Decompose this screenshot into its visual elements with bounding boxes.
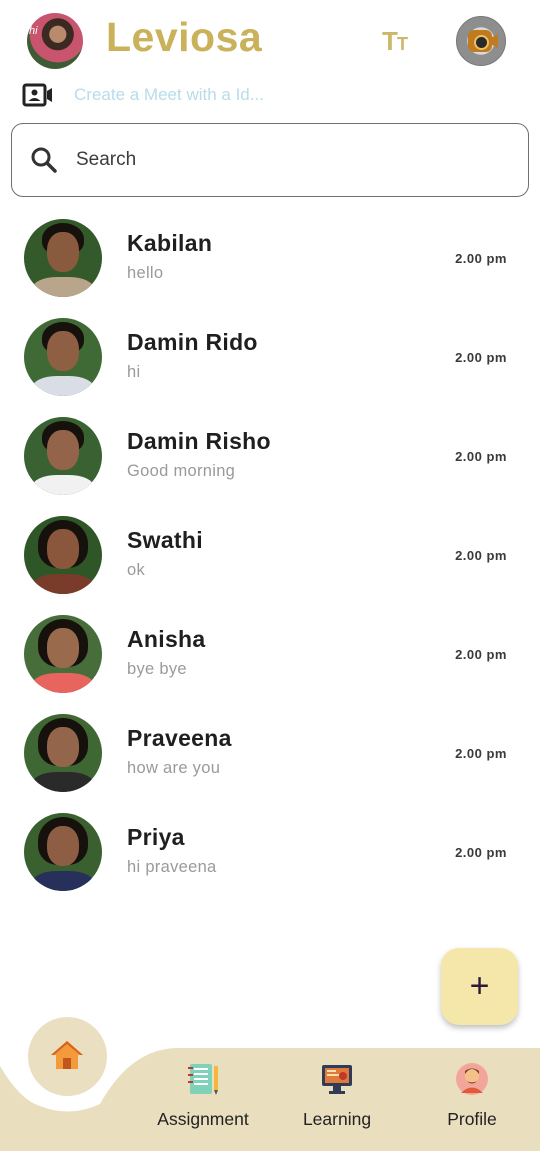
bottom-navigation: Assignment Learning Profile [0, 1010, 540, 1151]
app-header: hi Leviosa TT [0, 0, 540, 80]
chat-time: 2.00 pm [455, 746, 507, 761]
app-title: Leviosa [106, 14, 263, 60]
avatar-tag: hi [29, 25, 38, 37]
chat-last-message: ok [127, 561, 146, 579]
chat-name: Swathi [127, 527, 203, 553]
avatar [24, 714, 102, 792]
nav-profile-label: Profile [447, 1109, 497, 1129]
search-bar[interactable] [11, 123, 529, 197]
avatar [24, 516, 102, 594]
video-call-icon[interactable] [22, 82, 54, 108]
chat-item-swathi[interactable]: Swathi ok 2.00 pm [0, 505, 540, 604]
notebook-icon [188, 1064, 218, 1095]
avatar [24, 417, 102, 495]
chat-item-kabilan[interactable]: Kabilan hello 2.00 pm [0, 208, 540, 307]
nav-home-button[interactable] [28, 1017, 107, 1096]
avatar [24, 615, 102, 693]
chat-name: Praveena [127, 725, 232, 751]
chat-time: 2.00 pm [455, 647, 507, 662]
chat-time: 2.00 pm [455, 251, 507, 266]
chat-time: 2.00 pm [455, 548, 507, 563]
text-size-icon[interactable]: TT [382, 26, 412, 56]
nav-assignment[interactable]: Assignment [143, 1062, 263, 1142]
chat-item-praveena[interactable]: Praveena how are you 2.00 pm [0, 703, 540, 802]
chat-name: Priya [127, 824, 185, 850]
chat-list: Kabilan hello 2.00 pm Damin Rido hi 2.00… [0, 208, 540, 901]
chat-item-damin-rido[interactable]: Damin Rido hi 2.00 pm [0, 307, 540, 406]
nav-assignment-label: Assignment [157, 1109, 249, 1129]
nav-learning[interactable]: Learning [277, 1062, 397, 1142]
chat-name: Damin Risho [127, 428, 271, 454]
meet-id-input[interactable] [74, 80, 494, 110]
chat-item-damin-risho[interactable]: Damin Risho Good morning 2.00 pm [0, 406, 540, 505]
chat-item-priya[interactable]: Priya hi praveena 2.00 pm [0, 802, 540, 901]
chat-item-anisha[interactable]: Anisha bye bye 2.00 pm [0, 604, 540, 703]
search-input[interactable] [76, 144, 496, 176]
avatar [24, 318, 102, 396]
create-meet-row [22, 80, 522, 112]
chat-last-message: hi praveena [127, 858, 217, 876]
chat-name: Anisha [127, 626, 206, 652]
nav-learning-label: Learning [302, 1109, 372, 1129]
chat-last-message: hi [127, 363, 141, 381]
nav-profile[interactable]: Profile [412, 1062, 532, 1142]
search-icon [31, 147, 57, 173]
chat-name: Kabilan [127, 230, 213, 256]
chat-last-message: hello [127, 264, 164, 282]
avatar [24, 219, 102, 297]
avatar [24, 813, 102, 891]
webcam-icon[interactable] [456, 16, 506, 66]
chat-time: 2.00 pm [455, 449, 507, 464]
person-icon [456, 1063, 488, 1095]
chat-time: 2.00 pm [455, 845, 507, 860]
chat-last-message: bye bye [127, 660, 187, 678]
user-avatar[interactable]: hi [27, 13, 83, 69]
chat-last-message: how are you [127, 759, 221, 777]
chat-time: 2.00 pm [455, 350, 507, 365]
monitor-icon [322, 1065, 352, 1094]
chat-last-message: Good morning [127, 462, 236, 480]
chat-name: Damin Rido [127, 329, 258, 355]
home-icon [51, 1041, 83, 1069]
